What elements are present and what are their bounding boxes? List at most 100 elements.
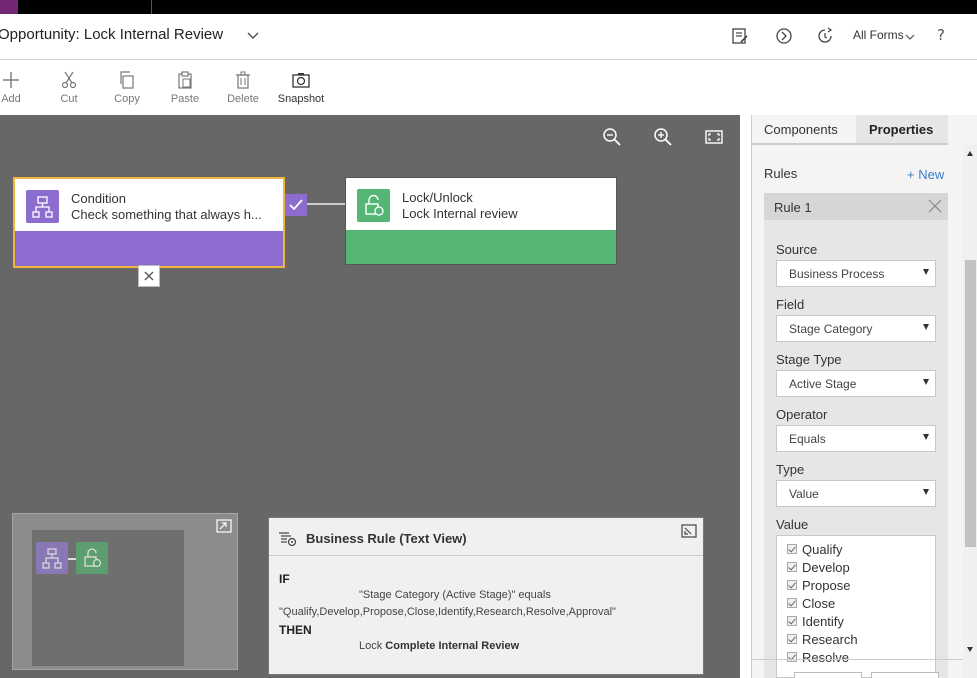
type-value: Value <box>789 487 819 501</box>
close-icon[interactable] <box>928 199 942 213</box>
properties-panel: Components Properties Rules + New Rule 1… <box>751 115 977 678</box>
business-rule-text-view: Business Rule (Text View) IF "Stage Cate… <box>268 517 704 675</box>
lock-unlock-subtitle: Lock Internal review <box>402 206 518 221</box>
tab-properties[interactable]: Properties <box>856 115 948 144</box>
top-bar-divider <box>151 0 152 14</box>
app-top-bar <box>0 0 977 14</box>
cut-button[interactable]: Cut <box>44 71 94 105</box>
fit-to-canvas-icon[interactable] <box>704 127 724 147</box>
field-select[interactable]: Stage Category <box>776 315 936 342</box>
value-checkbox-item[interactable]: Identify <box>787 614 844 629</box>
apply-button[interactable] <box>794 672 862 678</box>
save-and-close-icon[interactable] <box>731 27 749 45</box>
source-value: Business Process <box>789 267 885 281</box>
dropdown-arrow-icon <box>923 434 929 440</box>
condition-branch-icon <box>26 190 59 223</box>
condition-card[interactable]: Condition Check something that always h.… <box>13 177 285 268</box>
business-rule-title: Business Rule (Text View) <box>306 531 467 546</box>
chevron-down-icon[interactable] <box>905 32 915 42</box>
value-item-label: Research <box>802 632 858 647</box>
snapshot-button[interactable]: Snapshot <box>276 71 326 105</box>
new-rule-link[interactable]: + New <box>907 167 944 182</box>
lock-unlock-card[interactable]: Lock/Unlock Lock Internal review <box>345 177 617 265</box>
value-label: Value <box>776 517 809 532</box>
type-label: Type <box>776 462 805 477</box>
type-select[interactable]: Value <box>776 480 936 507</box>
source-select[interactable]: Business Process <box>776 260 936 287</box>
operator-label: Operator <box>776 407 828 422</box>
operator-value: Equals <box>789 432 826 446</box>
value-checkbox-item[interactable]: Resolve <box>787 650 849 665</box>
command-toolbar: Add Cut Copy Paste Delete Snapshot <box>0 61 977 115</box>
panel-scrollbar[interactable] <box>963 145 977 678</box>
trash-icon <box>236 71 250 89</box>
condition-band <box>15 231 283 266</box>
checkbox-checked-icon[interactable] <box>787 544 797 554</box>
scroll-thumb[interactable] <box>965 260 976 547</box>
value-checkbox-item[interactable]: Develop <box>787 560 850 575</box>
checkbox-checked-icon[interactable] <box>787 562 797 572</box>
branch-connector <box>307 203 345 205</box>
checkbox-checked-icon[interactable] <box>787 652 797 662</box>
checkbox-checked-icon[interactable] <box>787 634 797 644</box>
scroll-down-arrow-icon[interactable] <box>967 647 973 652</box>
delete-button[interactable]: Delete <box>218 71 268 105</box>
delete-condition-button[interactable] <box>138 265 160 287</box>
dropdown-arrow-icon <box>923 379 929 385</box>
copy-button[interactable]: Copy <box>102 71 152 105</box>
checkbox-checked-icon[interactable] <box>787 598 797 608</box>
then-keyword: THEN <box>279 623 312 637</box>
action-prefix: Lock <box>359 640 386 652</box>
paste-label: Paste <box>170 93 200 105</box>
all-forms-dropdown[interactable]: All Forms <box>853 28 904 42</box>
zoom-in-icon[interactable] <box>653 127 673 147</box>
value-checkbox-list[interactable]: Qualify Develop Propose Close Identify R… <box>776 535 936 678</box>
dropdown-arrow-icon <box>923 269 929 275</box>
add-label: Add <box>1 93 21 105</box>
source-label: Source <box>776 242 818 257</box>
rule-header[interactable]: Rule 1 <box>764 193 948 220</box>
zoom-out-icon[interactable] <box>602 127 622 147</box>
true-branch-check[interactable] <box>285 194 307 216</box>
scroll-up-arrow-icon[interactable] <box>967 151 973 156</box>
value-item-label: Qualify <box>802 542 843 557</box>
value-checkbox-item[interactable]: Close <box>787 596 835 611</box>
value-checkbox-item[interactable]: Research <box>787 632 858 647</box>
chevron-down-icon[interactable] <box>246 28 260 42</box>
if-keyword: IF <box>279 572 290 586</box>
expand-icon[interactable] <box>216 519 232 533</box>
rule-body: Source Business Process Field Stage Cate… <box>764 220 948 678</box>
checkbox-checked-icon[interactable] <box>787 616 797 626</box>
page-title[interactable]: Opportunity: Lock Internal Review <box>0 26 223 43</box>
minimap[interactable] <box>12 513 238 670</box>
condition-text-line1: "Stage Category (Active Stage)" equals <box>359 589 551 601</box>
checkbox-checked-icon[interactable] <box>787 580 797 590</box>
cut-label: Cut <box>60 93 78 105</box>
help-icon[interactable]: ? <box>937 26 945 44</box>
value-item-label: Identify <box>802 614 844 629</box>
collapse-icon[interactable] <box>681 524 697 538</box>
add-button[interactable]: Add <box>0 71 36 105</box>
play-circle-icon[interactable] <box>775 27 793 45</box>
field-value: Stage Category <box>789 322 873 336</box>
condition-subtitle: Check something that always h... <box>71 207 262 222</box>
title-bar: Opportunity: Lock Internal Review All Fo… <box>0 14 977 60</box>
tab-components[interactable]: Components <box>752 115 856 144</box>
list-settings-icon <box>279 532 297 547</box>
designer-canvas[interactable]: Condition Check something that always h.… <box>0 115 740 678</box>
delete-label: Delete <box>227 93 259 105</box>
paste-button[interactable]: Paste <box>160 71 210 105</box>
lock-action-icon <box>357 189 390 222</box>
value-checkbox-item[interactable]: Propose <box>787 578 850 593</box>
stage-type-select[interactable]: Active Stage <box>776 370 936 397</box>
condition-title: Condition <box>71 191 126 206</box>
copy-icon <box>120 71 134 89</box>
discard-button[interactable] <box>871 672 939 678</box>
operator-select[interactable]: Equals <box>776 425 936 452</box>
refresh-clock-icon[interactable] <box>816 27 834 45</box>
value-checkbox-item[interactable]: Qualify <box>787 542 842 557</box>
minimap-viewport[interactable] <box>32 530 184 666</box>
tab-divider <box>752 144 948 145</box>
field-label: Field <box>776 297 805 312</box>
mini-lock-icon <box>76 542 108 574</box>
